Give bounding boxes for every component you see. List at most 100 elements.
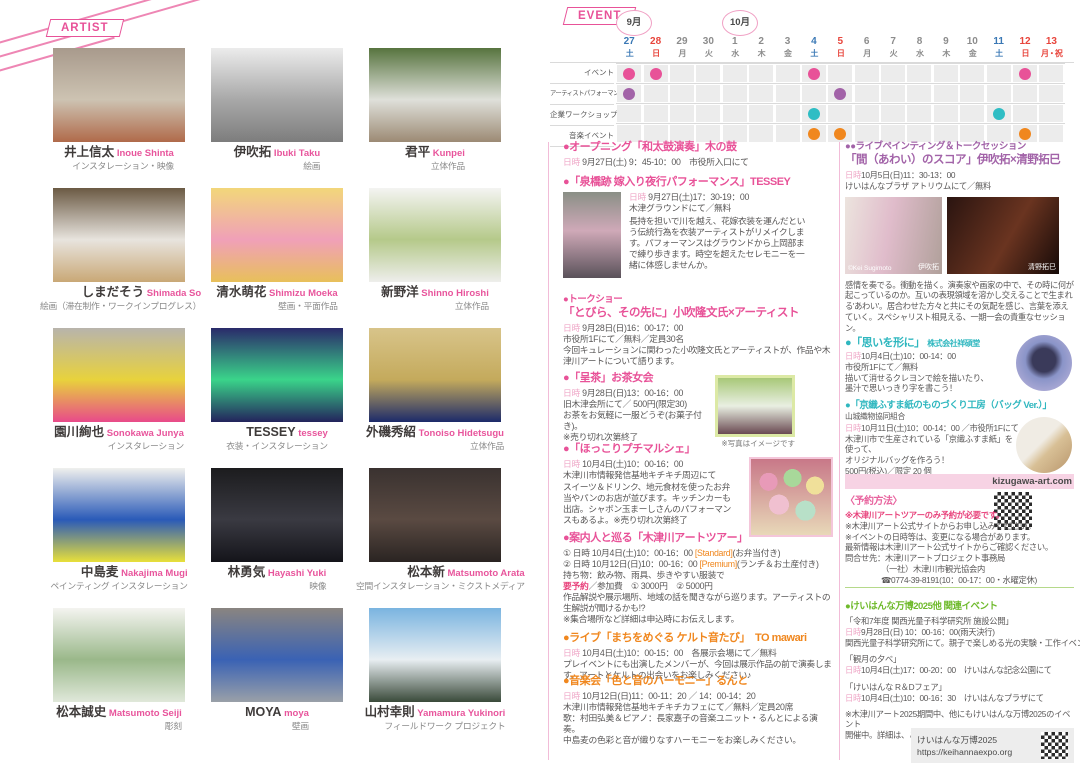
event-dot <box>650 68 662 80</box>
artist-romaji: Matsumoto Seiji <box>106 708 181 719</box>
event-venue: けいはんなプラザ アトリウムにて／無料 <box>845 181 1074 192</box>
artist-section-label: ARTIST <box>46 19 124 37</box>
event-calendar: 9月 10月 27土28日29月30火1水2木3金4土5日6月7火8水9木10金… <box>550 6 1074 144</box>
date-text: 9月28日(日)16：00-17：00 <box>582 323 683 333</box>
artist-romaji: Yamamura Yukinori <box>415 708 506 719</box>
artist-photo <box>211 48 343 142</box>
reservation-required: 要予約 <box>563 581 589 591</box>
related-event-description: 関西光量子科学研究所にて。親子で楽しめる光の実験・工作イベント <box>845 638 1074 649</box>
artist-card: 君平 Kunpei立体作品 <box>356 48 514 188</box>
calendar-cell <box>644 105 668 122</box>
event-date-line: 日時10月5日(日)11：30-13：00 <box>845 170 1074 181</box>
artist-photo <box>369 48 501 142</box>
event-date-line: 日時 10月12日(日)11：00-11：20 ／ 14：00-14：20 <box>563 691 833 702</box>
tour-fee: 要予約／参加費 ① 3000円 ② 5000円 <box>563 581 833 592</box>
calendar-cell <box>881 65 905 82</box>
artist-photo <box>369 328 501 422</box>
artist-discipline: 衣装・インスタレーション <box>226 440 328 453</box>
event-venue: 旧木津会所にて／ 500円(限定30) <box>563 399 713 410</box>
event-opening: ●オープニング「和太鼓演奏」木の鼓 日時 9月27日(土) 9：45-10：00… <box>563 141 833 168</box>
date-label: 日時 <box>563 648 580 658</box>
artist-card: TESSEY tessey衣装・インスタレーション <box>198 328 356 468</box>
page-divider <box>548 142 549 760</box>
calendar-day-header: 27土28日29月30火1水2木3金4土5日6月7火8水9木10金11土12日1… <box>616 36 1065 59</box>
event-title: 「間（あわい）のスコア」伊吹拓×清野拓巳 <box>845 154 1074 167</box>
calendar-cell <box>644 65 668 82</box>
related-event-date: 日時9月28日(日) 10：00-16：00(雨天決行) <box>845 627 1074 638</box>
date-text: 10月12日(日)11：00-11：20 ／ 14：00-14：20 <box>582 691 755 701</box>
artist-card: 中島麦 Nakajima Mugiペインティング インスタレーション <box>40 468 198 608</box>
event-note: ※売り切れ次第終了 <box>563 432 713 443</box>
artist-romaji: Shimada So <box>144 288 201 299</box>
calendar-day: 4土 <box>801 36 827 59</box>
event-description: スイーツ＆ドリンク、地元食材を使ったお弁当やパンのお店が並びます。キッチンカーも… <box>563 482 731 526</box>
artist-card: 清水萌花 Shimizu Moeka壁画・平面作品 <box>198 188 356 328</box>
related-event-date: 日時10月4日(土)10：00-16：30 けいはんなプラザにて <box>845 693 1074 704</box>
artist-discipline: 絵画 <box>234 160 320 173</box>
keihanna-note: ※木津川アート2025期間中、他にもけいはんな万博2025のイベント <box>845 709 1074 731</box>
row-label-artist-performance: アーティストパフォーマンス <box>550 84 614 105</box>
tour-plan-note: (お弁当付き) <box>733 548 781 558</box>
calendar-cell <box>696 105 720 122</box>
event-venue: 市役所1Fにて／無料／定員30名 <box>563 334 833 345</box>
artist-photo <box>53 48 185 142</box>
event-fusuma-workshop: ●「京織ふすま紙のものづくり工房（バッグ Ver.）」 山城織物協同組合 日時1… <box>845 399 1074 477</box>
calendar-cell <box>828 105 852 122</box>
tea-ceremony-photo <box>715 375 795 437</box>
artist-card: 林勇気 Hayashi Yuki映像 <box>198 468 356 608</box>
artist-romaji: Shinno Hiroshi <box>419 288 489 299</box>
artist-photo <box>211 468 343 562</box>
artist-romaji: Inoue Shinta <box>114 148 174 159</box>
calendar-cell <box>802 65 826 82</box>
calendar-day: 12日 <box>1012 36 1038 59</box>
calendar-cell <box>881 105 905 122</box>
date-label: 日時 <box>563 157 580 167</box>
artist-romaji: Sonokawa Junya <box>104 428 184 439</box>
artist-discipline: 立体作品 <box>405 160 465 173</box>
event-title: ●「京織ふすま紙のものづくり工房（バッグ Ver.）」 <box>845 399 1074 412</box>
date-text: 9月27日(土)17：30-19：00 <box>648 192 749 202</box>
calendar-cell <box>960 65 984 82</box>
calendar-cell <box>723 105 747 122</box>
calendar-day: 8水 <box>906 36 932 59</box>
date-text: 10月11日(土)10：00-14：00 ／市役所1Fにて <box>861 423 1019 433</box>
artist-discipline: 映像 <box>228 580 327 593</box>
date-label: 日時 <box>629 192 646 202</box>
artist-name: MOYA <box>245 705 281 719</box>
calendar-cell <box>828 85 852 102</box>
calendar-cell <box>723 65 747 82</box>
calendar-cell <box>723 85 747 102</box>
event-title: ●「ほっこりプチマルシェ」 <box>563 443 833 456</box>
artist-photo <box>53 608 185 702</box>
calendar-cell <box>617 105 641 122</box>
event-dot <box>808 128 820 140</box>
event-dot <box>1019 128 1031 140</box>
calendar-cell <box>855 85 879 102</box>
contact-line: 問合せ先：木津川アートプロジェクト事務局 <box>845 553 1074 564</box>
artist-photo <box>211 608 343 702</box>
artist-name: 林勇気 <box>228 565 266 579</box>
keihanna-related-events: ●けいはんな万博2025他 関連イベント 「令和7年度 関西光量子科学研究所 施… <box>845 600 1074 741</box>
tour-description: 作品解説や展示場所、地域の話を聞きながら巡ります。アーティストの生解説が聞けるか… <box>563 592 833 614</box>
date-text: 10月4日(土)17：00-20：00 けいはんな記念公園にて <box>861 665 1052 675</box>
event-title: ●音楽会「色と音のハーモニー」るんと <box>563 675 833 688</box>
artist-name: 伊吹拓 <box>234 145 272 159</box>
calendar-cell <box>828 65 852 82</box>
event-dot <box>808 108 820 120</box>
event-title-kicker: ●トークショー <box>563 293 833 306</box>
tessey-performance-photo <box>563 192 621 278</box>
artist-romaji: Nakajima Mugi <box>118 568 187 579</box>
date-text: 10月5日(日)11：30-13：00 <box>861 170 955 180</box>
month-circle-october: 10月 <box>722 10 758 36</box>
date-label: 日時 <box>845 351 861 361</box>
calendar-cell <box>907 85 931 102</box>
calendar-day: 3金 <box>774 36 800 59</box>
reservation-note-required: ※木津川アートツアーのみ予約が必要です。 <box>845 510 1074 521</box>
event-dot <box>623 88 635 100</box>
calendar-cell <box>1039 105 1063 122</box>
artist-card: 園川絢也 Sonokawa Junyaインスタレーション <box>40 328 198 468</box>
event-dot <box>993 108 1005 120</box>
related-event-title: 「けいはんな R＆Dフェア」 <box>845 682 1074 693</box>
calendar-day: 7火 <box>880 36 906 59</box>
artist-romaji: Shimizu Moeka <box>266 288 337 299</box>
